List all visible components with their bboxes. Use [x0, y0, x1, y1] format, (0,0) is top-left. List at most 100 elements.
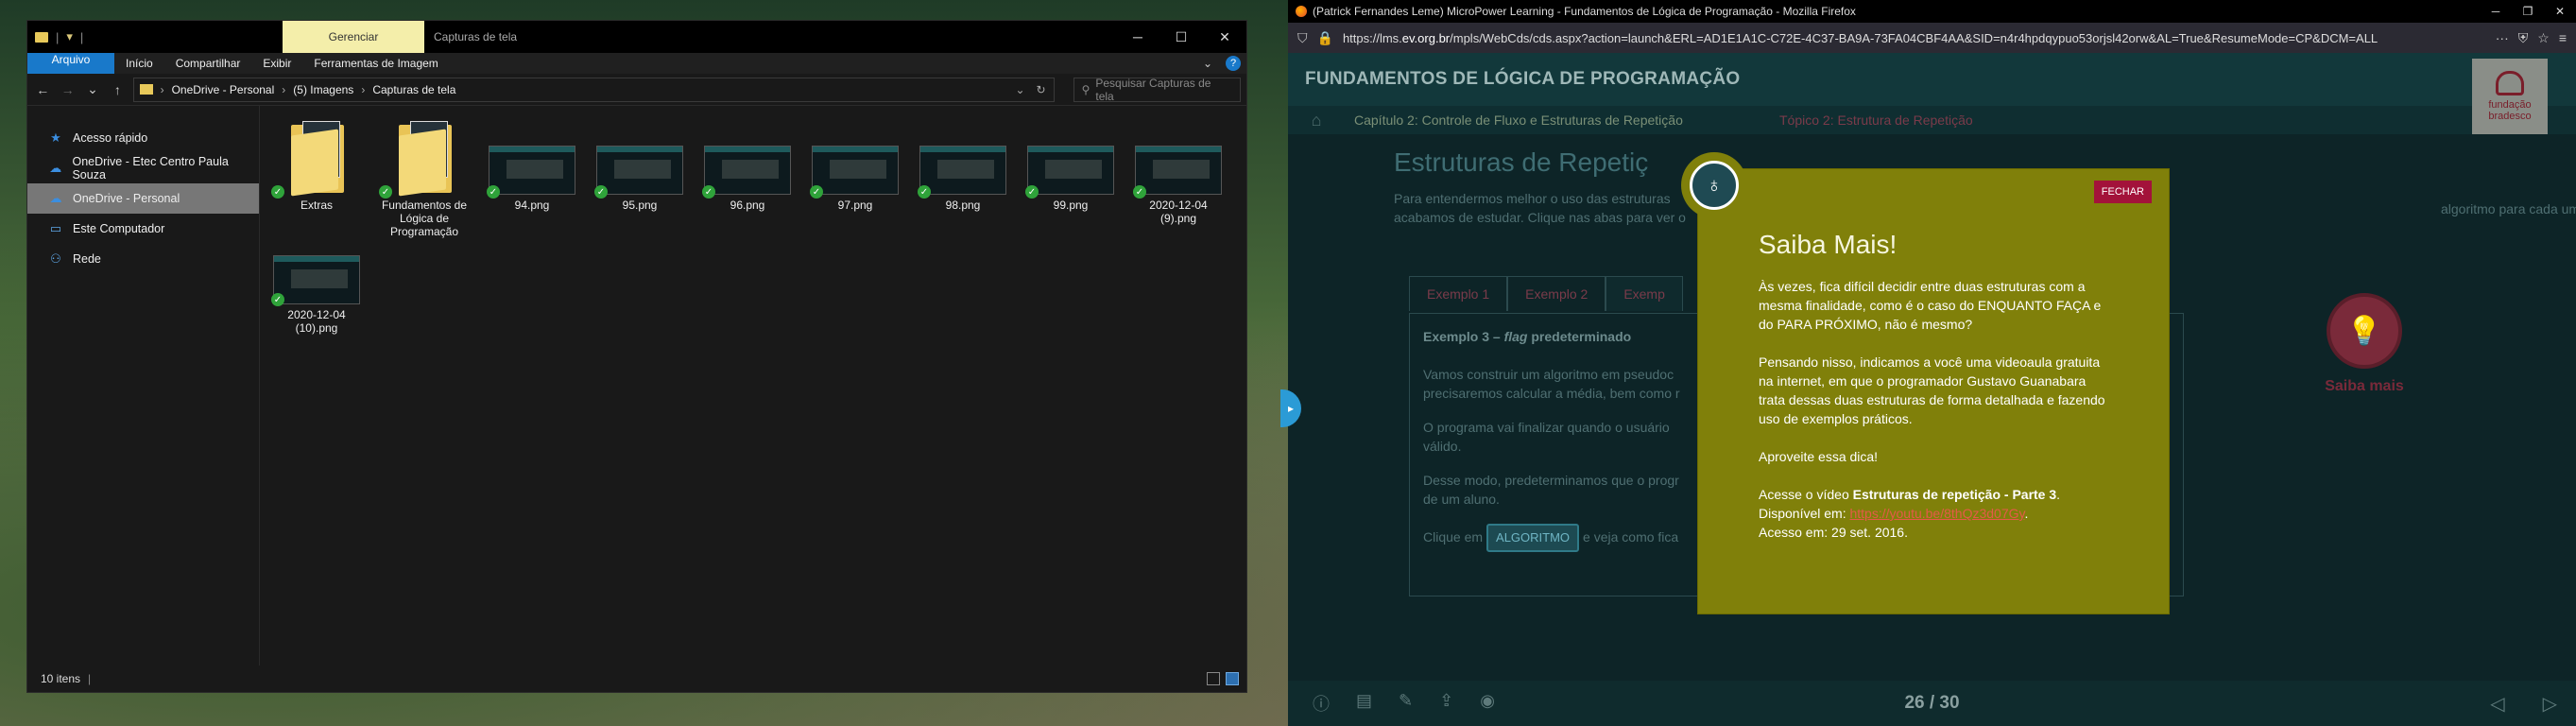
firefox-logo-icon [1296, 6, 1307, 17]
up-arrow-icon[interactable]: ↑ [108, 82, 127, 97]
chevron-right-icon[interactable]: › [282, 83, 285, 96]
saiba-mais-modal: ♁ FECHAR Saiba Mais! Às vezes, fica difí… [1681, 152, 2170, 614]
folder-item[interactable]: ✓ Extras [271, 119, 360, 238]
menu-icon[interactable]: ≡ [2559, 30, 2567, 45]
search-input[interactable]: ⚲ Pesquisar Capturas de tela [1073, 77, 1241, 103]
reference-suffix: . [2056, 487, 2061, 502]
image-file-item[interactable]: ✓ 2020-12-04 (9).png [1133, 119, 1222, 238]
chevron-right-icon[interactable]: › [361, 83, 365, 96]
intro-text-right: algoritmo para cada uma das estruturas q… [2441, 201, 2576, 216]
tab-arquivo[interactable]: Arquivo [27, 53, 114, 74]
image-file-item[interactable]: ✓ 94.png [487, 119, 575, 238]
sidebar-toggle-button[interactable]: ▸ [1280, 389, 1301, 427]
url-domain: ev.org.br [1401, 30, 1451, 45]
saiba-mais-label: Saiba mais [2325, 378, 2404, 394]
ribbon-right-controls: ⌄ ? [1203, 56, 1241, 71]
eye-icon[interactable]: ◉ [1480, 691, 1495, 716]
minimize-icon[interactable]: ─ [1116, 21, 1159, 53]
breadcrumb-capturas[interactable]: Capturas de tela [372, 83, 455, 96]
manage-context-tab[interactable]: Gerenciar [283, 21, 424, 53]
chevron-right-icon[interactable]: › [161, 83, 164, 96]
tab-ferramentas-imagem[interactable]: Ferramentas de Imagem [302, 53, 449, 74]
minimize-icon[interactable]: ─ [2480, 0, 2512, 23]
image-thumbnail [704, 146, 791, 195]
tab-compartilhar[interactable]: Compartilhar [164, 53, 252, 74]
previous-page-icon[interactable]: ◁ [2490, 692, 2504, 716]
image-file-item[interactable]: ✓ 95.png [594, 119, 683, 238]
close-icon[interactable]: ✕ [1203, 21, 1246, 53]
pocket-icon[interactable]: ⛨ [2518, 30, 2529, 46]
nav-item-rede[interactable]: ⚇ Rede [27, 244, 259, 274]
breadcrumb-topic[interactable]: Tópico 2: Estrutura de Repetição [1779, 112, 1973, 128]
page-indicator: 26 / 30 [1904, 693, 1960, 713]
restore-icon[interactable]: ❐ [2512, 0, 2544, 23]
image-thumbnail [1135, 146, 1222, 195]
recent-dropdown-icon[interactable]: ⌄ [83, 81, 102, 97]
image-thumbnail [273, 255, 360, 304]
large-icons-view-icon[interactable] [1226, 672, 1239, 685]
available-prefix: Disponível em: [1759, 506, 1850, 521]
tab-exibir[interactable]: Exibir [251, 53, 302, 74]
folder-icon [139, 84, 153, 95]
refresh-icon[interactable]: ↻ [1037, 83, 1046, 96]
bookmark-star-icon[interactable]: ☆ [2537, 30, 2550, 46]
reference-prefix: Acesse o vídeo [1759, 487, 1853, 502]
breadcrumb-chapter[interactable]: Capítulo 2: Controle de Fluxo e Estrutur… [1345, 112, 1779, 128]
next-page-icon[interactable]: ▷ [2543, 692, 2557, 716]
nav-item-este-computador[interactable]: ▭ Este Computador [27, 214, 259, 244]
panel-title-flag: flag [1503, 329, 1528, 344]
algoritmo-button[interactable]: ALGORITMO [1486, 524, 1580, 552]
address-bar[interactable]: › OneDrive - Personal › (5) Imagens › Ca… [132, 77, 1055, 102]
close-icon[interactable]: ✕ [2544, 0, 2576, 23]
breadcrumb-imagens[interactable]: (5) Imagens [293, 83, 353, 96]
url-bar-row: ⛉ 🔒 https://lms.ev.org.br/mpls/WebCds/cd… [1288, 23, 2576, 53]
modal-paragraph-1: Às vezes, fica difícil decidir entre dua… [1759, 279, 2102, 332]
panel-text: e veja como fica [1583, 529, 1679, 544]
computer-icon: ▭ [49, 221, 62, 235]
lock-icon[interactable]: 🔒 [1317, 30, 1333, 46]
file-label: 96.png [730, 199, 765, 212]
nav-item-onedrive-personal[interactable]: ☁ OneDrive - Personal [27, 183, 259, 214]
nav-item-acesso-rapido[interactable]: ★ Acesso rápido [27, 123, 259, 153]
back-arrow-icon[interactable]: ← [33, 82, 52, 97]
info-icon[interactable]: ⓘ [1313, 691, 1330, 716]
folder-item[interactable]: ✓ Fundamentos de Lógica de Programação [379, 119, 468, 238]
home-icon[interactable]: ⌂ [1288, 111, 1345, 130]
panel-text: precisaremos calcular a média, bem como … [1423, 386, 1680, 401]
tab-inicio[interactable]: Início [114, 53, 164, 74]
breadcrumb-onedrive[interactable]: OneDrive - Personal [172, 83, 275, 96]
footer-tools: ⓘ ▤ ✎ ⇪ ◉ [1288, 691, 1495, 716]
shield-icon[interactable]: ⛉ [1297, 30, 1308, 46]
image-file-item[interactable]: ✓ 2020-12-04 (10).png [271, 255, 360, 335]
address-dropdown-icon[interactable]: ⌄ [1016, 83, 1025, 96]
reference-suffix: . [2024, 506, 2029, 521]
tab-exemplo-3[interactable]: Exemp [1606, 276, 1683, 311]
image-file-item[interactable]: ✓ 97.png [810, 119, 899, 238]
maximize-icon[interactable]: ☐ [1159, 21, 1203, 53]
details-view-icon[interactable] [1207, 672, 1220, 685]
view-toggle [1207, 672, 1239, 685]
document-icon[interactable]: ▤ [1356, 691, 1372, 716]
forward-arrow-icon[interactable]: → [58, 82, 77, 97]
image-file-item[interactable]: ✓ 99.png [1025, 119, 1114, 238]
video-link[interactable]: https://youtu.be/8thQz3d07Gy [1849, 506, 2024, 521]
notes-icon[interactable]: ✎ [1399, 691, 1413, 716]
modal-paragraph-3: Aproveite essa dica! [1759, 449, 1879, 464]
help-icon[interactable]: ? [1226, 56, 1241, 71]
lightbulb-icon[interactable]: 💡 [2327, 293, 2402, 369]
fundacao-bradesco-logo: fundação bradesco [2472, 59, 2548, 134]
more-actions-icon[interactable]: ··· [2496, 30, 2509, 45]
tab-exemplo-2[interactable]: Exemplo 2 [1507, 276, 1606, 311]
export-icon[interactable]: ⇪ [1439, 691, 1453, 716]
folder-icon[interactable] [35, 31, 48, 43]
divider: | [88, 672, 92, 685]
image-file-item[interactable]: ✓ 98.png [918, 119, 1006, 238]
tab-exemplo-1[interactable]: Exemplo 1 [1409, 276, 1508, 311]
qat-dropdown-icon[interactable]: ▾ [66, 29, 73, 44]
image-file-item[interactable]: ✓ 96.png [702, 119, 791, 238]
expand-ribbon-icon[interactable]: ⌄ [1203, 57, 1212, 70]
saiba-mais-widget[interactable]: 💡 Saiba mais [2298, 293, 2430, 395]
nav-item-onedrive-etec[interactable]: ☁ OneDrive - Etec Centro Paula Souza [27, 153, 259, 183]
url-field[interactable]: https://lms.ev.org.br/mpls/WebCds/cds.as… [1343, 31, 2486, 45]
close-button[interactable]: FECHAR [2093, 181, 2152, 203]
